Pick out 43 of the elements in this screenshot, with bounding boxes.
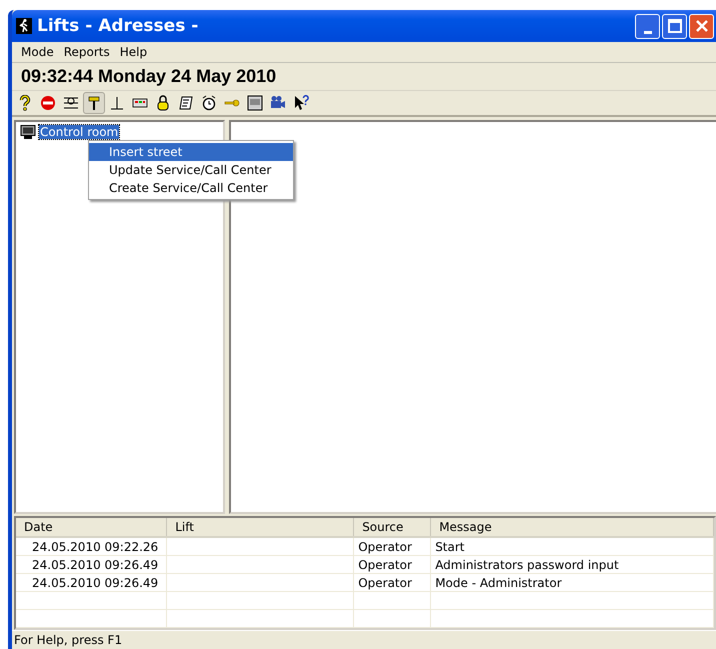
tree-item[interactable]: Control room <box>39 125 120 139</box>
monitor-icon <box>247 95 263 111</box>
maximize-icon <box>668 19 682 33</box>
status-text: For Help, press F1 <box>14 633 122 647</box>
table-cell: 24.05.2010 09:22.26 <box>16 537 167 556</box>
table-cell: Start <box>430 537 714 556</box>
table-cell: Mode - Administrator <box>430 574 714 592</box>
close-icon <box>694 19 708 33</box>
menu-item[interactable]: Mode <box>16 45 59 59</box>
lines-icon <box>63 95 79 111</box>
window-title: Lifts - Adresses - <box>37 16 200 36</box>
column-header[interactable]: Message <box>430 518 714 537</box>
table-cell: Operator <box>354 537 431 556</box>
table-cell: 24.05.2010 09:26.49 <box>16 556 167 574</box>
table-cell: Operator <box>354 574 431 592</box>
computer-icon <box>20 125 36 139</box>
toolbar-button[interactable] <box>83 92 105 114</box>
context-menu-item[interactable]: Update Service/Call Center <box>89 161 293 179</box>
table-cell: Administrators password input <box>430 556 714 574</box>
alarm-clock-icon <box>201 95 217 111</box>
column-header[interactable]: Date <box>16 518 167 537</box>
column-header[interactable]: Lift <box>166 518 354 537</box>
table-cell: 24.05.2010 09:26.49 <box>16 574 167 592</box>
context-menu-item[interactable]: Create Service/Call Center <box>89 179 293 197</box>
running-man-icon <box>16 18 32 34</box>
question-mark-icon <box>17 95 33 111</box>
maximize-button[interactable] <box>662 14 687 38</box>
minimize-icon <box>644 30 652 34</box>
perpendicular-icon <box>109 95 125 111</box>
context-menu-item[interactable]: Insert street <box>89 143 293 161</box>
hammer-icon <box>86 95 102 111</box>
close-button[interactable] <box>689 14 714 38</box>
table-cell: Operator <box>354 556 431 574</box>
date-time: 09:32:44 Monday 24 May 2010 <box>21 66 276 87</box>
scroll-icon <box>178 95 194 111</box>
help-pointer-icon <box>293 95 309 111</box>
no-entry-icon <box>40 95 56 111</box>
padlock-icon <box>155 95 171 111</box>
menu-item[interactable]: Reports <box>58 45 115 59</box>
column-header[interactable]: Source <box>354 518 431 537</box>
video-camera-icon <box>270 95 286 111</box>
minimize-button[interactable] <box>635 14 660 38</box>
menu-item[interactable]: Help <box>114 45 152 59</box>
